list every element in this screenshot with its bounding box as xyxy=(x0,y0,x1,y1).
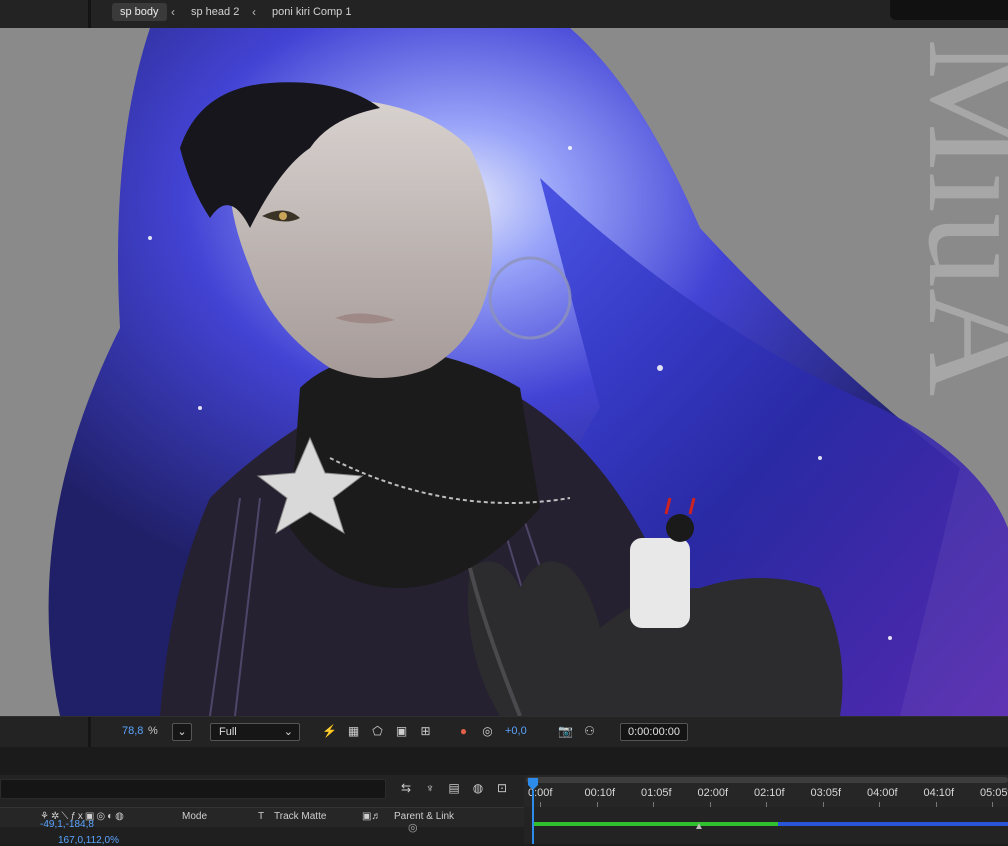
mode-column-header: Mode xyxy=(182,811,208,822)
playhead-line xyxy=(532,790,534,844)
channel-color-icon[interactable]: ● xyxy=(456,724,471,738)
viewer-toolbar: 78,8 % ⌄ Full ⌄ ⚡ ▦ ⬠ ▣ ⊞ ● ◎ +0,0 📷 ⚇ 0… xyxy=(0,716,1008,747)
keyframe-icon[interactable]: ▲ xyxy=(694,821,704,832)
layer-duration-bar[interactable] xyxy=(532,822,778,826)
work-area-range[interactable] xyxy=(526,777,1008,783)
layer-out-bar[interactable] xyxy=(778,822,1008,826)
track-matte-column-header: Track Matte xyxy=(274,811,327,822)
hide-shy-layers-icon[interactable]: ▤ xyxy=(446,781,462,795)
composition-viewer[interactable]: MiuA xyxy=(0,28,1008,716)
chevron-left-icon: ‹ xyxy=(252,5,256,19)
magnification-unit: % xyxy=(148,725,158,737)
parent-switch-icons[interactable]: ▣♬ xyxy=(362,811,381,822)
transparency-grid-icon[interactable]: ▦ xyxy=(346,724,361,738)
region-of-interest-icon[interactable]: ▣ xyxy=(394,724,409,738)
panel-gap xyxy=(0,747,1008,775)
scale-value[interactable]: 167,0,112,0% xyxy=(58,835,119,846)
parent-link-column-header: Parent & Link xyxy=(394,811,455,822)
position-value[interactable]: -49,1,-184,8 xyxy=(40,819,94,830)
resolution-dropdown[interactable]: Full ⌄ xyxy=(210,723,300,741)
fast-previews-icon[interactable]: ⚡ xyxy=(322,724,337,738)
property-rows: -49,1,-184,8 167,0,112,0% ◎ xyxy=(0,819,524,846)
ruler-tick-label: 04:10f xyxy=(923,787,955,799)
resolution-value: Full xyxy=(219,726,237,738)
track-matte-t-header: T xyxy=(258,811,265,822)
time-ruler[interactable]: 0:00f 00:10f 01:05f 02:00f 02:10f 03:05f 04:00… xyxy=(524,775,1008,807)
ruler-tick-label: 03:05f xyxy=(810,787,842,799)
magnification-value[interactable]: 78,8 xyxy=(122,725,143,737)
chevron-down-icon: ⌄ xyxy=(283,726,293,738)
playhead-handle[interactable] xyxy=(528,778,538,790)
ruler-tick-label: 02:00f xyxy=(697,787,729,799)
layer-track-area[interactable]: ▲ xyxy=(524,807,1008,844)
current-time-display[interactable]: 0:00:00:00 xyxy=(620,723,688,741)
ruler-tick-label: 01:05f xyxy=(641,787,672,799)
composition-artwork: MiuA xyxy=(48,28,1008,716)
grid-guides-icon[interactable]: ⊞ xyxy=(418,724,433,738)
ruler-tick-label: 00:10f xyxy=(584,787,616,799)
show-snapshot-icon[interactable]: ⚇ xyxy=(582,724,597,738)
spiral-icon[interactable]: ◎ xyxy=(408,821,418,834)
chevron-left-icon: ‹ xyxy=(171,5,175,19)
panel-corner xyxy=(890,0,1008,20)
graph-editor-icon[interactable]: ⊡ xyxy=(494,781,510,795)
frame-blending-icon[interactable]: ◍ xyxy=(470,781,486,795)
ruler-tick-label: 05:05f xyxy=(980,787,1008,799)
ruler-tick-label: 02:10f xyxy=(754,787,785,799)
breadcrumb-poni-kiri-comp[interactable]: poni kiri Comp 1 xyxy=(264,3,359,21)
panel-divider xyxy=(88,717,91,747)
reset-exposure-icon[interactable]: ◎ xyxy=(480,724,495,738)
draft-3d-icon[interactable]: ♆ xyxy=(422,781,438,795)
mask-path-icon[interactable]: ⬠ xyxy=(370,724,385,738)
camera-icon[interactable]: 📷 xyxy=(558,724,573,738)
panel-divider[interactable] xyxy=(88,0,91,28)
layer-search-input[interactable] xyxy=(0,779,386,799)
breadcrumb-sp-body[interactable]: sp body xyxy=(112,3,167,21)
chevron-down-icon: ⌄ xyxy=(177,726,187,738)
watermark-text: MiuA xyxy=(897,38,1008,396)
breadcrumb-sp-head-2[interactable]: sp head 2 xyxy=(183,3,247,21)
composition-breadcrumb-bar: sp body ‹ sp head 2 ‹ poni kiri Comp 1 xyxy=(0,0,1008,28)
exposure-value[interactable]: +0,0 xyxy=(505,725,527,737)
composition-mini-flowchart-icon[interactable]: ⇆ xyxy=(398,781,414,795)
magnification-dropdown[interactable]: ⌄ xyxy=(172,723,192,741)
ruler-tick-label: 04:00f xyxy=(867,787,898,799)
